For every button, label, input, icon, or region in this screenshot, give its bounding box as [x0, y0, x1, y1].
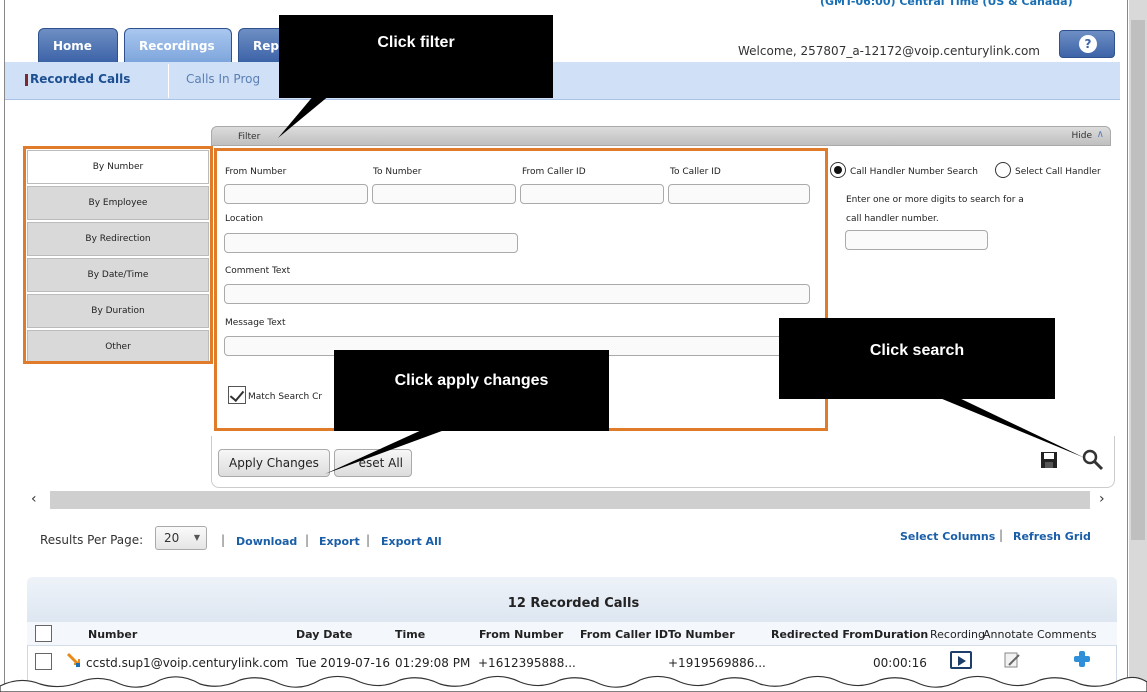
apply-callout-pointer [325, 424, 450, 474]
callout-click-apply-changes: Click apply changes [334, 350, 609, 431]
callout-click-search: Click search [779, 318, 1055, 399]
callout-click-filter: Click filter [279, 15, 553, 98]
search-callout-pointer [935, 396, 1085, 458]
